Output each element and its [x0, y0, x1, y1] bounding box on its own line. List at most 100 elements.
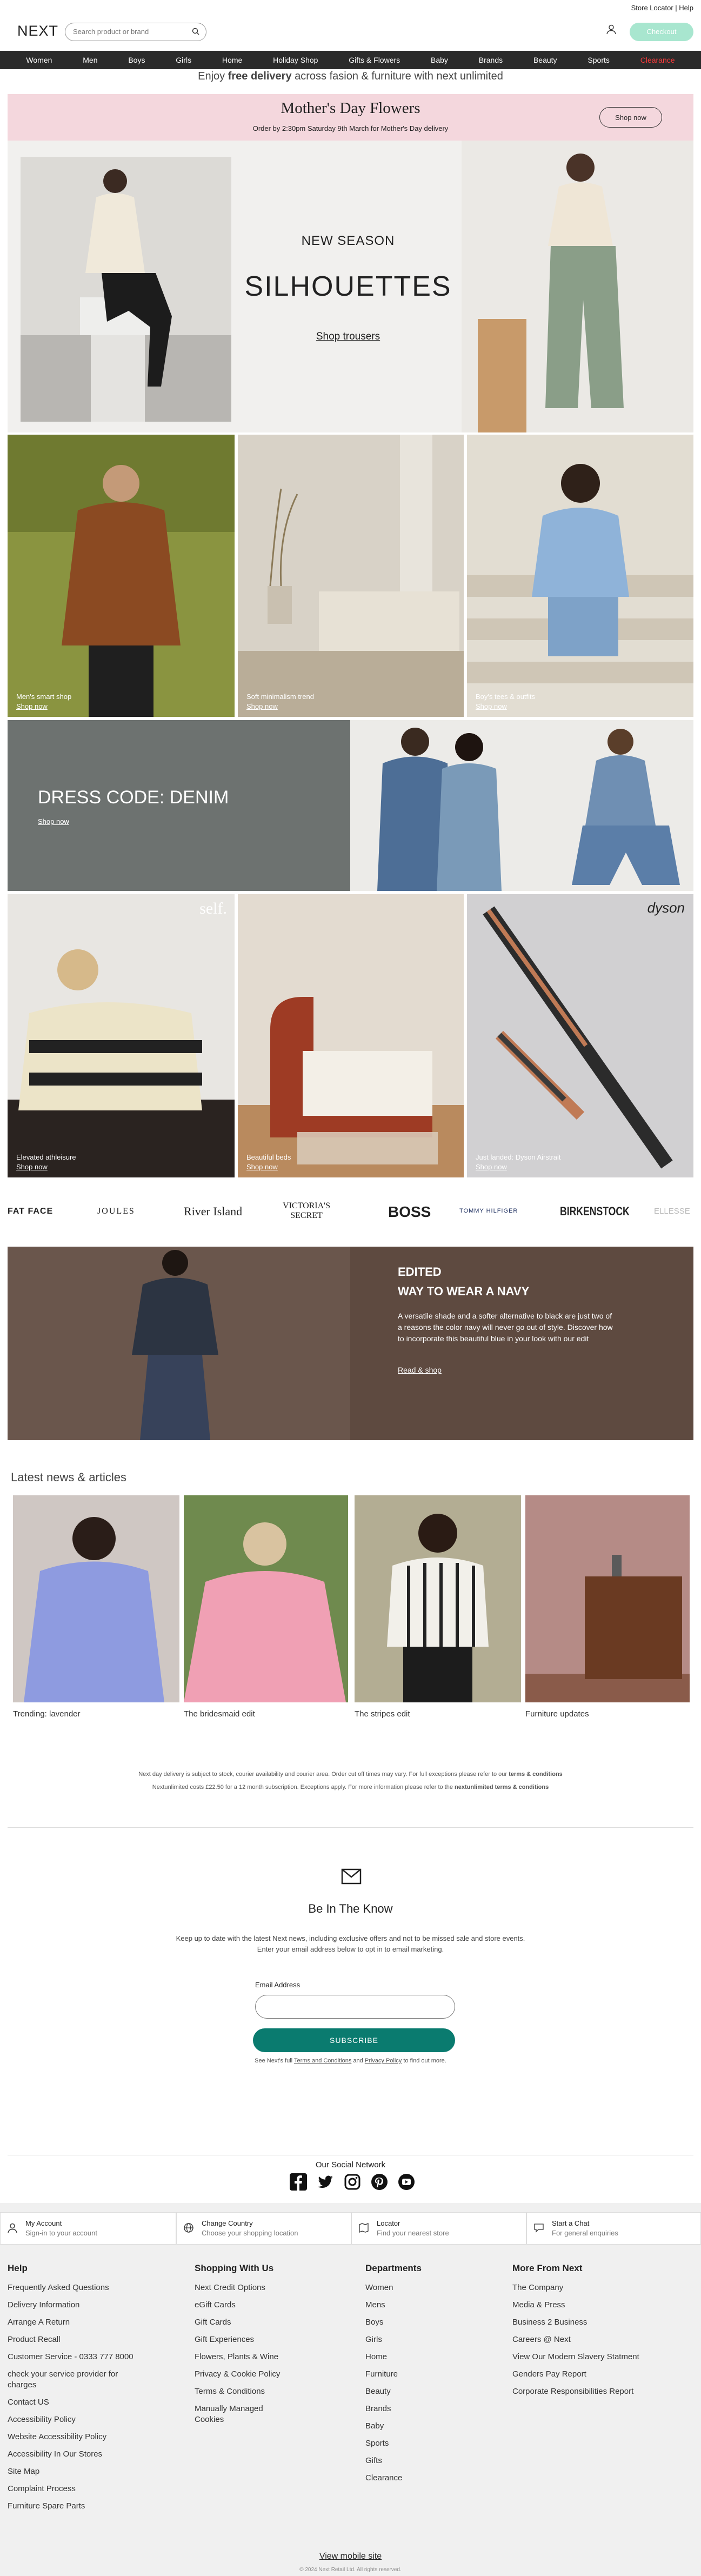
tile-shop-link[interactable]: Shop now	[476, 702, 507, 710]
nav-item-girls[interactable]: Girls	[176, 56, 191, 64]
footer-link[interactable]: Gift Experiences	[195, 2334, 313, 2345]
footer-link[interactable]: Genders Pay Report	[512, 2369, 691, 2380]
tile-boys-tees[interactable]: Boy's tees & outfits Shop now	[467, 435, 693, 717]
nav-item-gifts-flowers[interactable]: Gifts & Flowers	[349, 56, 400, 64]
brand-logo-ellesse[interactable]: ELLESSE	[654, 1207, 690, 1216]
footer-link[interactable]: Accessibility In Our Stores	[8, 2449, 170, 2460]
footer-link[interactable]: check your service provider for charges	[8, 2369, 137, 2391]
footer-link[interactable]: Home	[365, 2352, 473, 2362]
brand-logo-tommy[interactable]: TOMMY HILFIGER	[459, 1208, 518, 1214]
locator-box[interactable]: Locator Find your nearest store	[351, 2212, 526, 2245]
youtube-icon[interactable]	[398, 2173, 415, 2193]
news-card-stripes[interactable]: The stripes edit	[355, 1495, 521, 1722]
twitter-icon[interactable]	[317, 2173, 334, 2193]
footer-link[interactable]: Contact US	[8, 2397, 170, 2408]
footer-link[interactable]: Terms & Conditions	[195, 2386, 313, 2397]
subscribe-button[interactable]: SUBSCRIBE	[253, 2028, 455, 2052]
footer-link[interactable]: Sports	[365, 2438, 473, 2449]
nav-item-baby[interactable]: Baby	[431, 56, 448, 64]
footer-link[interactable]: Next Credit Options	[195, 2282, 313, 2293]
start-chat-box[interactable]: Start a Chat For general enquiries	[526, 2212, 701, 2245]
footer-link[interactable]: Girls	[365, 2334, 473, 2345]
hero-banner[interactable]: NEW SEASON SILHOUETTES Shop trousers	[8, 141, 693, 432]
footer-link[interactable]: The Company	[512, 2282, 691, 2293]
footer-link[interactable]: Furniture	[365, 2369, 473, 2380]
mothers-day-shop-button[interactable]: Shop now	[599, 107, 662, 128]
change-country-box[interactable]: Change Country Choose your shopping loca…	[176, 2212, 351, 2245]
brand-logo-fatface[interactable]: FAT FACE	[8, 1207, 53, 1216]
brand-logo-boss[interactable]: BOSS	[388, 1203, 431, 1221]
account-icon[interactable]	[606, 24, 617, 37]
footer-link[interactable]: Arrange A Return	[8, 2317, 170, 2328]
news-card-bridesmaid[interactable]: The bridesmaid edit	[184, 1495, 348, 1722]
denim-shop-link[interactable]: Shop now	[38, 817, 69, 826]
footer-link[interactable]: Site Map	[8, 2466, 170, 2477]
brand-logo-joules[interactable]: JOULES	[97, 1207, 135, 1216]
footer-link[interactable]: Flowers, Plants & Wine	[195, 2352, 313, 2362]
nav-item-women[interactable]: Women	[26, 56, 52, 64]
search-input[interactable]: Search product or brand	[65, 23, 206, 41]
nav-item-beauty[interactable]: Beauty	[533, 56, 557, 64]
footer-link[interactable]: Women	[365, 2282, 473, 2293]
news-card-furniture[interactable]: Furniture updates	[525, 1495, 690, 1722]
edited-navy-banner[interactable]: EDITED WAY TO WEAR A NAVY A versatile sh…	[8, 1247, 693, 1440]
tile-beautiful-beds[interactable]: Beautiful beds Shop now	[238, 894, 464, 1177]
footer-link[interactable]: Gift Cards	[195, 2317, 313, 2328]
tile-elevated-athleisure[interactable]: self. Elevated athleisure Shop now	[8, 894, 235, 1177]
footer-link[interactable]: Privacy & Cookie Policy	[195, 2369, 313, 2380]
footer-link[interactable]: Brands	[365, 2404, 473, 2414]
tile-shop-link[interactable]: Shop now	[246, 702, 278, 710]
footer-link[interactable]: Delivery Information	[8, 2300, 170, 2311]
pinterest-icon[interactable]	[371, 2173, 388, 2193]
email-field[interactable]	[255, 1995, 455, 2019]
footer-link[interactable]: Business 2 Business	[512, 2317, 691, 2328]
footer-link[interactable]: Product Recall	[8, 2334, 170, 2345]
tile-soft-minimalism[interactable]: Soft minimalism trend Shop now	[238, 435, 464, 717]
view-mobile-site-link[interactable]: View mobile site	[0, 2552, 701, 2561]
footer-link[interactable]: Frequently Asked Questions	[8, 2282, 170, 2293]
tile-shop-link[interactable]: Shop now	[16, 702, 48, 710]
search-icon[interactable]	[192, 28, 199, 37]
footer-link[interactable]: Beauty	[365, 2386, 473, 2397]
newsletter-terms-link[interactable]: Terms and Conditions	[294, 2058, 351, 2064]
footer-link[interactable]: Clearance	[365, 2473, 473, 2484]
footer-link[interactable]: Media & Press	[512, 2300, 691, 2311]
tile-dyson-airstrait[interactable]: dyson Just landed: Dyson Airstrait Shop …	[467, 894, 693, 1177]
footer-link[interactable]: Mens	[365, 2300, 473, 2311]
edited-read-shop-link[interactable]: Read & shop	[398, 1366, 442, 1374]
footer-link[interactable]: Manually Managed Cookies	[195, 2404, 286, 2425]
legal-unlimited-terms-link[interactable]: nextunlimited terms & conditions	[455, 1784, 549, 1790]
brand-logo-victorias-secret[interactable]: VICTORIA'S SECRET	[277, 1201, 336, 1221]
facebook-icon[interactable]	[290, 2173, 307, 2193]
instagram-icon[interactable]	[344, 2173, 361, 2193]
footer-link[interactable]: Careers @ Next	[512, 2334, 691, 2345]
footer-link[interactable]: Accessibility Policy	[8, 2414, 170, 2425]
tile-shop-link[interactable]: Shop now	[476, 1163, 507, 1171]
checkout-button[interactable]: Checkout	[630, 23, 693, 41]
next-logo[interactable]: NEXT	[17, 23, 58, 39]
mothers-day-banner[interactable]: Mother's Day Flowers Order by 2:30pm Sat…	[8, 94, 693, 141]
tile-shop-link[interactable]: Shop now	[16, 1163, 48, 1171]
nav-item-home[interactable]: Home	[222, 56, 242, 64]
footer-link[interactable]: Complaint Process	[8, 2484, 170, 2494]
footer-link[interactable]: eGift Cards	[195, 2300, 313, 2311]
newsletter-privacy-link[interactable]: Privacy Policy	[365, 2058, 402, 2064]
nav-item-clearance[interactable]: Clearance	[640, 56, 675, 64]
brand-logo-birkenstock[interactable]: BIRKENSTOCK	[560, 1204, 630, 1219]
nav-item-boys[interactable]: Boys	[128, 56, 145, 64]
footer-link[interactable]: Corporate Responsibilities Report	[512, 2386, 691, 2397]
footer-link[interactable]: Boys	[365, 2317, 473, 2328]
footer-link[interactable]: Customer Service - 0333 777 8000	[8, 2352, 170, 2362]
news-card-lavender[interactable]: Trending: lavender	[13, 1495, 179, 1722]
denim-banner[interactable]: DRESS CODE: DENIM Shop now	[8, 720, 693, 891]
footer-link[interactable]: Furniture Spare Parts	[8, 2501, 170, 2512]
store-locator-help-links[interactable]: Store Locator | Help	[631, 4, 693, 12]
my-account-box[interactable]: My Account Sign-in to your account	[0, 2212, 176, 2245]
tile-mens-smart-shop[interactable]: Men's smart shop Shop now	[8, 435, 235, 717]
legal-terms-link[interactable]: terms & conditions	[509, 1771, 563, 1778]
nav-item-men[interactable]: Men	[83, 56, 97, 64]
footer-link[interactable]: View Our Modern Slavery Statment	[512, 2352, 691, 2362]
tile-shop-link[interactable]: Shop now	[246, 1163, 278, 1171]
footer-link[interactable]: Baby	[365, 2421, 473, 2432]
hero-shop-link[interactable]: Shop trousers	[240, 331, 456, 343]
